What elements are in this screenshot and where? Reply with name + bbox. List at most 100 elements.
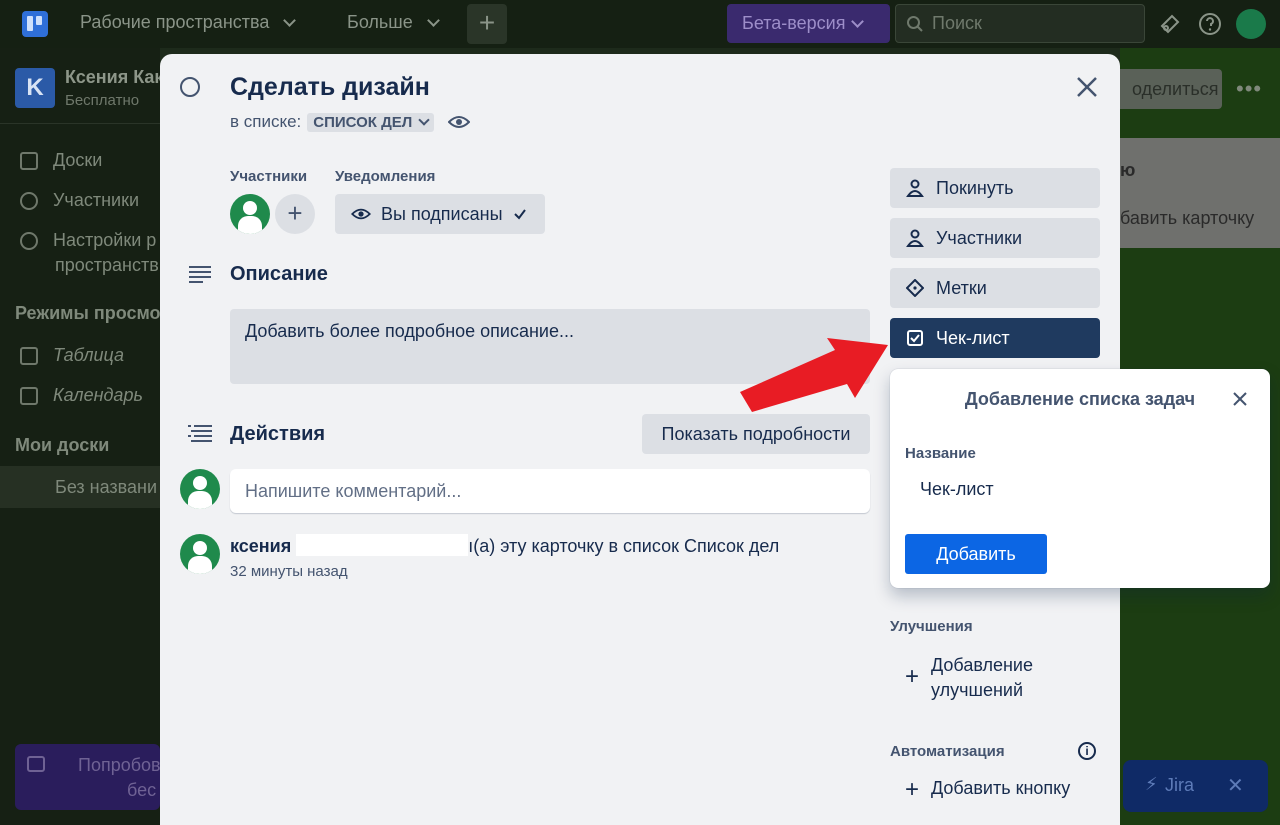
sidebar-item-label: Настройки р [53, 230, 157, 250]
arrow-annotation-icon [740, 338, 888, 412]
card-title[interactable]: Сделать дизайн [230, 73, 430, 102]
activity-time[interactable]: 32 минуты назад [230, 563, 348, 580]
search-icon [907, 15, 923, 32]
complete-circle-icon[interactable] [180, 77, 200, 97]
close-icon[interactable] [1074, 74, 1100, 100]
plus-icon: + [478, 7, 496, 38]
list-selector[interactable]: СПИСОК ДЕЛ [307, 112, 435, 132]
sidebar-item-label: Участники [53, 190, 139, 210]
members-button[interactable]: Участники [890, 218, 1100, 258]
sidebar-item-label: пространств [55, 255, 159, 275]
jira-label: Jira [1165, 775, 1195, 795]
board-column: ю обавить карточку [1100, 138, 1280, 248]
members-action-label: Участники [936, 227, 1022, 248]
sidebar-item-table[interactable]: Таблица [20, 345, 124, 366]
add-powerups-link[interactable]: + Добавление улучшений [905, 653, 1033, 703]
in-list-prefix: в списке: [230, 112, 302, 131]
column-title: ю [1120, 160, 1136, 180]
activity-user[interactable]: ксения [230, 536, 291, 556]
chevron-down-icon [426, 13, 440, 27]
plus-icon: + [905, 663, 920, 690]
sidebar-item-label: Таблица [53, 345, 125, 365]
notifications-label: Уведомления [335, 168, 436, 185]
add-button-link[interactable]: + Добавить кнопку [905, 776, 1071, 803]
chevron-down-icon [851, 14, 865, 28]
checklist-name-input[interactable] [905, 471, 1255, 507]
members-label: Участники [230, 168, 308, 185]
jira-widget[interactable]: ⚡ Jira ✕ [1123, 760, 1268, 812]
sidebar-item-calendar[interactable]: Календарь [20, 385, 143, 406]
activity-text: ı(а) эту карточку в список Список дел [468, 536, 780, 556]
more-label: Больше [347, 12, 413, 32]
labels-label: Метки [936, 277, 987, 298]
leave-button[interactable]: Покинуть [890, 168, 1100, 208]
add-member-button[interactable]: + [275, 194, 315, 234]
sidebar-item-boards[interactable]: Доски [20, 150, 102, 171]
beta-button[interactable]: Бета-версия [727, 4, 890, 43]
gear-icon [20, 231, 38, 250]
info-icon[interactable]: i [1078, 742, 1096, 760]
more-menu[interactable]: Больше [347, 12, 440, 33]
watch-label: Вы подписаны [381, 203, 503, 224]
add-powerups-line1: Добавление [931, 655, 1033, 675]
close-icon[interactable] [1232, 391, 1248, 407]
board-icon [20, 151, 38, 170]
search-field[interactable]: Поиск [895, 4, 1145, 43]
workspaces-label: Рабочие пространства [80, 12, 270, 32]
add-checklist-button[interactable]: Добавить [905, 534, 1047, 574]
plus-icon: + [287, 198, 303, 228]
labels-button[interactable]: Метки [890, 268, 1100, 308]
add-powerups-label: Добавление улучшений [931, 653, 1033, 703]
top-bar: Рабочие пространства Больше + Бета-верси… [0, 0, 1280, 48]
promo-banner[interactable]: Попробов бес [15, 744, 161, 810]
user-avatar[interactable] [1236, 9, 1266, 39]
watch-button[interactable]: Вы подписаны [335, 194, 545, 234]
search-placeholder: Поиск [932, 13, 982, 33]
name-label: Название [905, 445, 976, 462]
add-card-button[interactable]: обавить карточку [1110, 208, 1254, 229]
megaphone-icon[interactable] [1158, 12, 1182, 36]
promo-line1: Попробов [78, 755, 161, 775]
close-icon[interactable]: ✕ [1227, 773, 1244, 798]
in-list-row: в списке: СПИСОК ДЕЛ [230, 112, 471, 132]
user-icon [20, 191, 38, 210]
workspace-plan: Бесплатно [65, 92, 140, 109]
redacted-text [296, 534, 469, 557]
tag-icon [906, 279, 924, 297]
sidebar-item-members[interactable]: Участники [20, 190, 139, 211]
sidebar-item-settings-line2[interactable]: пространств [55, 255, 159, 276]
plus-icon: + [905, 776, 920, 803]
beta-label: Бета-версия [742, 13, 846, 33]
workspace-avatar: K [15, 68, 55, 108]
table-icon [20, 346, 38, 365]
calendar-icon [20, 386, 38, 405]
checklist-button[interactable]: Чек-лист [890, 318, 1100, 358]
workspaces-menu[interactable]: Рабочие пространства [80, 12, 297, 33]
activity-title: Действия [230, 423, 326, 445]
add-button-label: Добавить кнопку [931, 778, 1071, 798]
workspace-name: Ксения Как [65, 67, 164, 87]
comment-input[interactable]: Напишите комментарий... [230, 469, 870, 513]
briefcase-icon [27, 756, 45, 772]
views-heading: Режимы просмо [15, 303, 161, 323]
eye-icon [351, 208, 371, 220]
help-icon[interactable] [1198, 12, 1222, 36]
commenter-avatar [180, 469, 220, 509]
list-name: СПИСОК ДЕЛ [313, 113, 413, 131]
more-dots-icon[interactable]: ••• [1236, 76, 1262, 102]
sidebar-board-item[interactable]: Без названи [0, 466, 160, 508]
activity-entry: ксения ı(а) эту карточку в список Список… [230, 534, 780, 557]
checkbox-icon [907, 330, 923, 346]
description-title: Описание [230, 263, 328, 285]
activity-icon [188, 425, 212, 442]
member-avatar[interactable] [230, 194, 270, 234]
activity-avatar [180, 534, 220, 574]
sidebar-item-settings[interactable]: Настройки р [20, 230, 156, 251]
show-details-button[interactable]: Показать подробности [642, 414, 870, 454]
board-logo-icon[interactable] [16, 5, 54, 43]
user-icon [906, 229, 924, 247]
create-button[interactable]: + [467, 4, 507, 44]
automation-heading: Автоматизация [890, 743, 1005, 760]
sidebar-item-label: Доски [53, 150, 103, 170]
sidebar-item-label: Календарь [53, 385, 143, 405]
